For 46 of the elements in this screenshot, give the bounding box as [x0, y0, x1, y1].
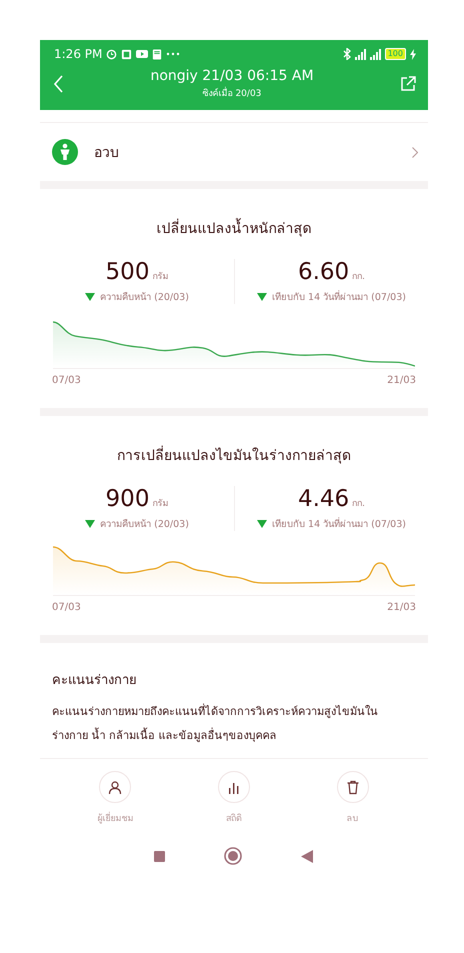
chevron-right-icon	[412, 146, 418, 158]
stat-note: เทียบกับ 14 วันที่ผ่านมา (07/03)	[272, 516, 406, 531]
stat-unit: กรัม	[152, 271, 168, 283]
status-time: 1:26 PM	[54, 47, 102, 61]
signal-icon	[370, 48, 381, 60]
axis-label: 21/03	[387, 602, 416, 613]
back-triangle-icon[interactable]	[300, 850, 312, 862]
person-icon	[52, 139, 78, 165]
stat-note: เทียบกับ 14 วันที่ผ่านมา (07/03)	[272, 289, 406, 304]
stat-value: 500	[106, 259, 150, 285]
more-icon	[166, 52, 180, 56]
alarm-icon	[106, 48, 118, 60]
profile-name: อวบ	[94, 144, 120, 163]
app-icon	[121, 48, 132, 60]
stat-value: 6.60	[298, 259, 350, 285]
bluetooth-icon	[342, 48, 351, 60]
stat-unit: กก.	[352, 271, 366, 283]
stat-unit: กรัม	[152, 498, 168, 510]
signal-icon	[354, 48, 366, 60]
section-title: คะแนนร่างกาย	[52, 672, 138, 690]
section-title: เปลี่ยนแปลงน้ำหนักล่าสุด	[156, 217, 312, 239]
stat-value: 4.46	[298, 486, 350, 512]
section-title: การเปลี่ยนแปลงไขมันในร่างกายล่าสุด	[117, 444, 351, 466]
stat-note: ความคืบหน้า (20/03)	[100, 291, 189, 304]
square-icon[interactable]	[154, 850, 164, 862]
stat-unit: กก.	[352, 498, 366, 510]
axis-label: 07/03	[52, 375, 81, 386]
back-icon[interactable]	[54, 75, 64, 93]
stat-note: ความคืบหน้า (20/03)	[100, 518, 189, 531]
video-icon	[136, 49, 148, 59]
action-button[interactable]: ลบ	[293, 771, 412, 825]
book-icon	[152, 48, 162, 60]
axis-label: 21/03	[387, 375, 416, 386]
sync-date: ซิงค์เมื่อ 20/03	[202, 86, 262, 100]
trash-icon	[346, 780, 360, 794]
person-icon	[108, 780, 122, 794]
axis-label: 07/03	[52, 602, 81, 613]
share-icon[interactable]	[400, 76, 416, 92]
header-title: nongiy 21/03 06:15 AM	[150, 68, 314, 84]
stat-value: 900	[106, 486, 150, 512]
description: คะแนนร่างกายหมายถึงคะแนนที่ได้จากการวิเคราะห์ความสูงไขมันในร่างกาย น้ำ กล้ามเนื้อ และข้อมูลอื่นๆของบุคคล	[52, 702, 379, 744]
home-icon[interactable]	[224, 847, 242, 865]
battery-level: 100	[384, 48, 406, 60]
action-button[interactable]: ผู้เยี่ยมชม	[56, 771, 175, 825]
charging-icon	[410, 48, 416, 60]
action-button[interactable]: สถิติ	[174, 771, 294, 825]
